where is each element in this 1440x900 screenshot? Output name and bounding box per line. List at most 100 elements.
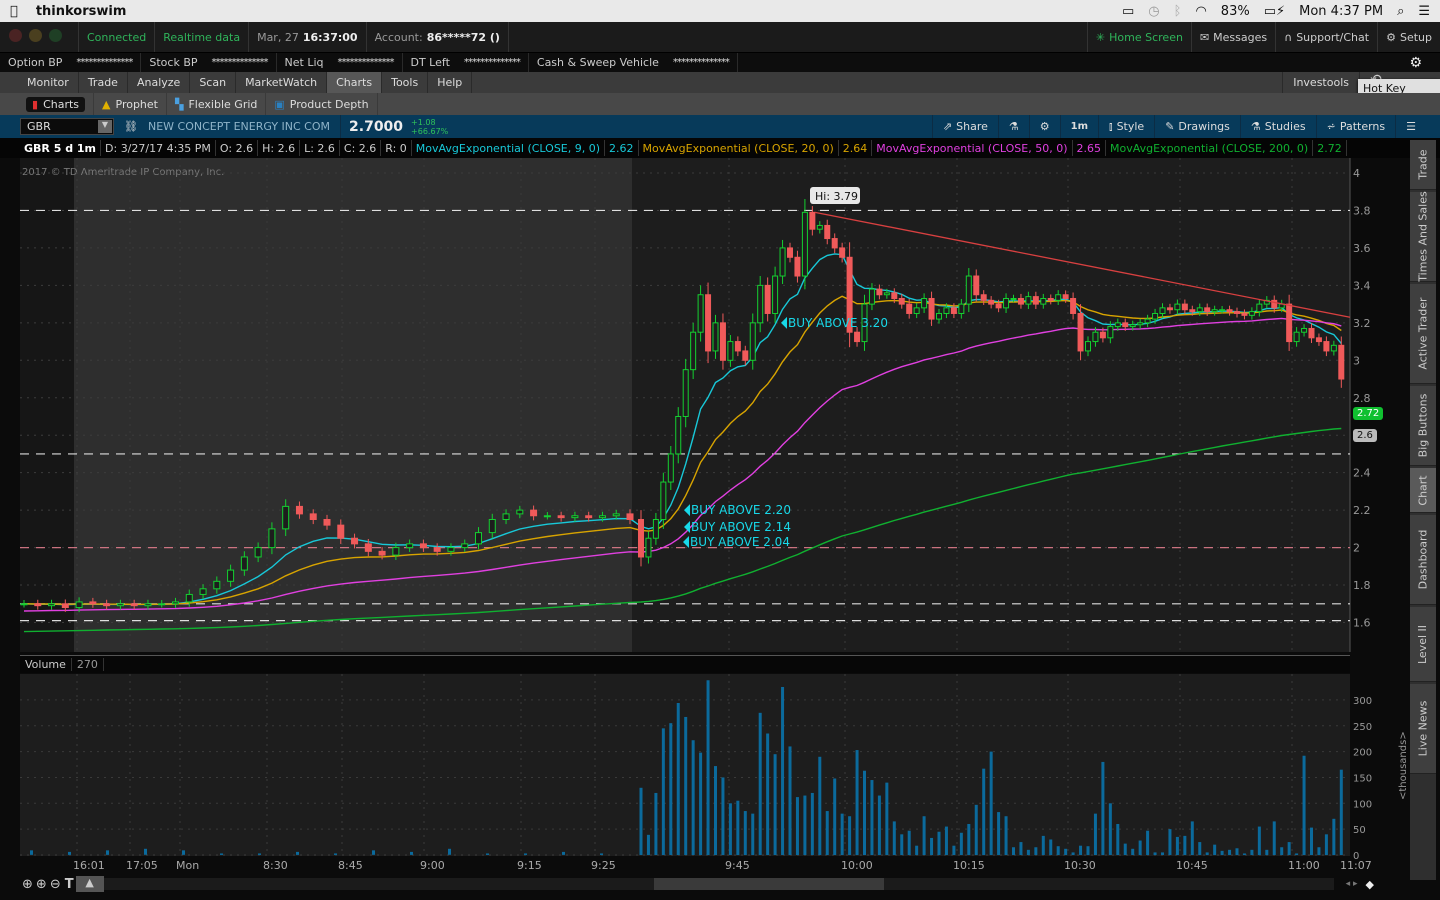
chevron-down-icon[interactable]: ▼ [98, 120, 112, 133]
balance-0[interactable]: Option BP ************** [0, 53, 142, 72]
subtab-product-depth[interactable]: ▣ Product Depth [266, 93, 378, 115]
subtab-flexible-grid[interactable]: ▚ Flexible Grid [167, 93, 267, 115]
side-tab-label: Level II [1416, 624, 1430, 664]
balance-2[interactable]: Net Liq ************** [277, 53, 403, 72]
realtime-status[interactable]: Realtime data [155, 22, 250, 52]
side-tab-label: Active Trader [1416, 297, 1430, 370]
messages-button[interactable]: ✉ Messages [1192, 22, 1277, 52]
zoom-in-icon[interactable]: ⊕ [36, 877, 47, 892]
balance-value: ************** [672, 57, 730, 68]
tab-charts[interactable]: Charts [327, 72, 383, 93]
interval-label: 1m [1070, 121, 1089, 132]
side-tab-chart[interactable]: Chart [1410, 468, 1436, 513]
volume-bar [818, 756, 822, 855]
side-tab-times-and-sales[interactable]: Times And Sales [1410, 191, 1436, 282]
balance-4[interactable]: Cash & Sweep Vehicle ************** [529, 53, 738, 72]
clock[interactable]: Mon 4:37 PM [1299, 4, 1383, 19]
tab-marketwatch[interactable]: MarketWatch [236, 72, 328, 93]
zoom-out-icon[interactable]: ⊖ [50, 877, 61, 892]
minimize-button[interactable] [29, 29, 42, 42]
account-selector[interactable]: Account: 86*****72 () [367, 22, 509, 52]
horizontal-scrollbar[interactable] [103, 878, 1334, 890]
tab-scan[interactable]: Scan [190, 72, 237, 93]
datetime[interactable]: Mar, 27 16:37:00 [249, 22, 367, 52]
candle-body [1189, 309, 1196, 313]
balance-1[interactable]: Stock BP ************** [141, 53, 277, 72]
zoom-button[interactable] [49, 29, 62, 42]
chart-menu-button[interactable]: ☰ [1395, 115, 1426, 138]
volume-bar [1049, 839, 1053, 855]
side-tab-active-trader[interactable]: Active Trader [1410, 284, 1436, 384]
setup-button[interactable]: ⚙ Setup [1378, 22, 1440, 52]
side-tab-dashboard[interactable]: Dashboard [1410, 515, 1436, 605]
chart-settings-button[interactable]: ⚙ [1028, 115, 1060, 138]
side-tab-live-news[interactable]: Live News [1410, 684, 1436, 774]
studies-label: Studies [1264, 120, 1306, 133]
tab-tools[interactable]: Tools [382, 72, 429, 93]
interval-button[interactable]: 1m [1059, 115, 1098, 138]
volume-bar [952, 845, 956, 855]
side-tab-big-buttons[interactable]: Big Buttons [1410, 386, 1436, 466]
studies-button[interactable]: ⚗ Studies [1239, 115, 1316, 138]
volume-bar [676, 703, 680, 855]
time-tick-label: 11:00 [1288, 859, 1320, 872]
volume-bar [669, 723, 673, 855]
tab-analyze[interactable]: Analyze [128, 72, 191, 93]
home-screen-button[interactable]: ✳ Home Screen [1086, 22, 1192, 52]
investools-button[interactable]: Investools [1282, 72, 1360, 93]
link-icon[interactable]: ⛓ [124, 120, 138, 133]
crosshair-icon[interactable]: ⊕ [22, 877, 33, 892]
scroll-arrows-icon[interactable]: ◂ ▸ [1346, 879, 1358, 889]
price-tick-label: 3 [1353, 354, 1360, 367]
annotation-arrow-icon [684, 504, 690, 517]
subtab-charts[interactable]: ▮ Charts [18, 93, 95, 115]
volume-bar [1213, 844, 1217, 855]
candle-body [516, 509, 524, 515]
scrollbar-thumb[interactable] [653, 878, 884, 890]
volume-bar [1131, 848, 1135, 855]
flask-button[interactable]: ⚗ [997, 115, 1029, 138]
wifi-icon[interactable]: ◠ [1195, 4, 1206, 19]
candle-body [652, 519, 659, 539]
volume-bar [1175, 836, 1179, 855]
price-tick-label: 1.6 [1353, 617, 1371, 630]
volume-bar [600, 853, 603, 855]
battery-percent[interactable]: 83% [1221, 4, 1250, 19]
text-tool-icon[interactable]: T [65, 877, 74, 892]
spotlight-icon[interactable]: ⌕ [1397, 4, 1404, 19]
tab-monitor[interactable]: Monitor [18, 72, 79, 93]
style-button[interactable]: ⫾ Style [1098, 115, 1154, 138]
drawings-button[interactable]: ✎ Drawings [1154, 115, 1240, 138]
fit-icon[interactable]: ◆ [1366, 878, 1374, 891]
side-tab-trade[interactable]: Trade [1410, 140, 1436, 190]
volume-bar [781, 686, 785, 855]
volume-tick-label: 50 [1353, 825, 1366, 836]
app-name[interactable]: thinkorswim [36, 4, 127, 19]
expand-icon[interactable]: ▲ [75, 876, 104, 892]
tab-trade[interactable]: Trade [79, 72, 128, 93]
bluetooth-icon[interactable]: ᛒ [1174, 4, 1182, 19]
patterns-button[interactable]: ⩫ Patterns [1315, 115, 1396, 138]
main-menu: Monitor Trade Analyze Scan MarketWatch Charts… [0, 72, 1440, 93]
battery-icon[interactable]: ▭⚡ [1264, 4, 1285, 19]
balance-3[interactable]: DT Left ************** [403, 53, 529, 72]
share-button[interactable]: ⇗ Share [931, 115, 998, 138]
apple-icon[interactable]:  [10, 4, 18, 19]
side-tab-level-ii[interactable]: Level II [1410, 607, 1436, 682]
time-machine-icon[interactable]: ◷ [1148, 4, 1159, 19]
close-button[interactable] [9, 29, 22, 42]
support-chat-button[interactable]: ∩ Support/Chat [1276, 22, 1379, 52]
airplay-icon[interactable]: ▭ [1122, 4, 1134, 19]
subtab-prophet[interactable]: ▲ Prophet [94, 93, 167, 115]
candle-body [1032, 296, 1039, 305]
chart-svg[interactable]: 2017 © TD Ameritrade IP Company, Inc. 4 3.… [0, 140, 1410, 880]
balances-gear-icon[interactable]: ⚙ [1409, 55, 1422, 71]
time-text: 16:37:00 [302, 30, 358, 44]
candle-body [213, 580, 221, 590]
candle-body [295, 505, 303, 515]
tab-help[interactable]: Help [428, 72, 473, 93]
notification-center-icon[interactable]: ☰ [1418, 4, 1430, 19]
window-controls [0, 29, 78, 45]
symbol-input[interactable]: GBR ▼ [20, 118, 114, 135]
candle-body [682, 369, 689, 417]
